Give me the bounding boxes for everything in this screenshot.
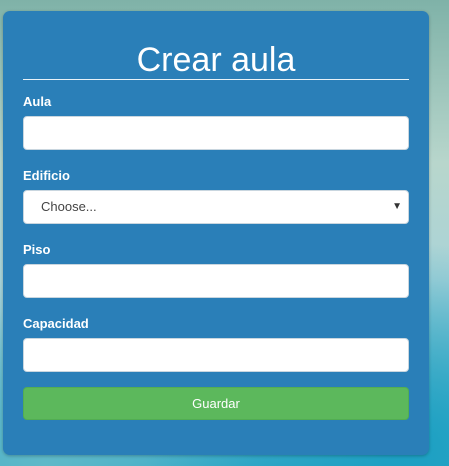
aula-input[interactable]: [23, 116, 409, 150]
capacidad-input[interactable]: [23, 338, 409, 372]
piso-label: Piso: [23, 242, 51, 257]
edificio-label: Edificio: [23, 168, 70, 183]
aula-label: Aula: [23, 94, 52, 109]
piso-input[interactable]: [23, 264, 409, 298]
title-divider: [23, 79, 409, 80]
edificio-select[interactable]: Choose... ▼: [23, 190, 409, 224]
form-title: Crear aula: [136, 41, 296, 79]
create-classroom-card: Crear aula Aula Edificio Choose... ▼ Pis…: [3, 11, 429, 455]
capacidad-label: Capacidad: [23, 316, 89, 331]
edificio-select-value: Choose...: [41, 199, 97, 214]
save-button[interactable]: Guardar: [23, 387, 409, 420]
chevron-down-icon: ▼: [392, 201, 402, 212]
